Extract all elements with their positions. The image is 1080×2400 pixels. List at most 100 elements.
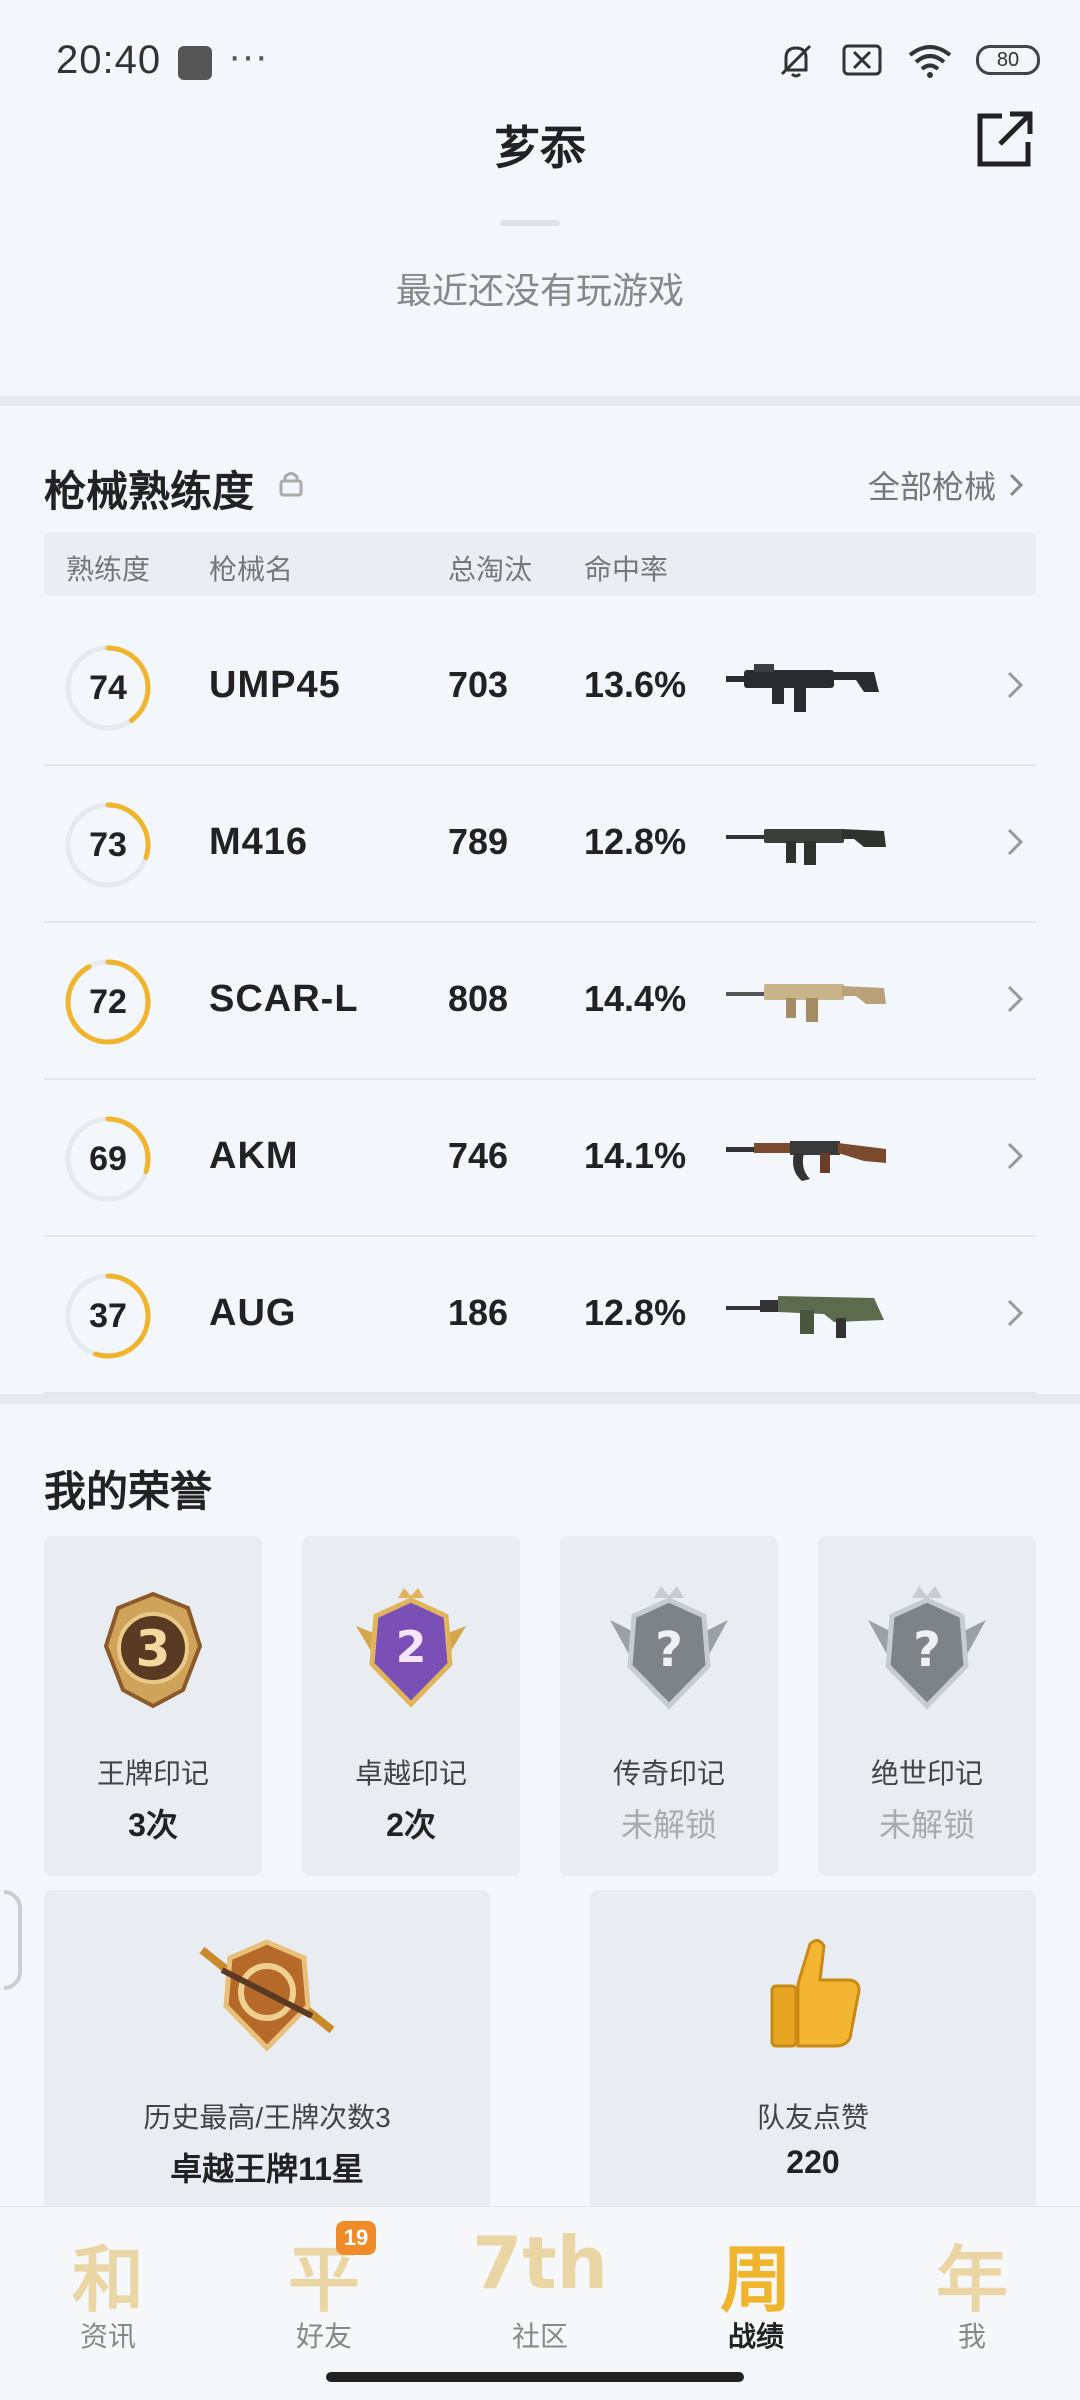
empty-recent-games-text: 最近还没有玩游戏 — [395, 270, 684, 311]
page-title: 芗忝 — [494, 122, 586, 174]
weapon-kills: 186 — [448, 1292, 509, 1333]
weapon-hit-rate: 12.8% — [584, 1292, 687, 1333]
honor-card-peerless[interactable]: ? 绝世印记 未解锁 — [818, 1536, 1036, 1876]
weapon-row[interactable]: 69 AKM 746 14.1% — [44, 1081, 1036, 1237]
best-rank-card[interactable]: 历史最高/王牌次数3 卓越王牌11星 — [44, 1890, 490, 2210]
m416-gun-icon — [726, 829, 886, 865]
honors-section-title: 我的荣誉 — [44, 1468, 213, 1515]
best-rank-label: 历史最高/王牌次数3 — [143, 2102, 391, 2133]
me-tab-icon: 年 — [935, 2238, 1008, 2322]
lock-icon — [279, 472, 303, 497]
news-tab-icon: 和 — [71, 2238, 144, 2322]
weapon-row[interactable]: 73 M416 789 12.8% — [44, 767, 1036, 923]
nav-tab-news[interactable]: 和 资讯 — [0, 2207, 216, 2400]
akm-gun-icon — [726, 1141, 886, 1181]
weapons-table-header: 熟练度 枪械名 总淘汰 命中率 — [44, 532, 1036, 596]
more-notifications-icon: ··· — [228, 34, 268, 78]
battery-indicator: 80 — [976, 45, 1040, 75]
section-divider — [0, 396, 1080, 406]
honor-value: 未解锁 — [878, 1807, 975, 1843]
status-icons: 80 — [774, 40, 1040, 80]
best-rank-value: 卓越王牌11星 — [170, 2151, 364, 2187]
weapon-row[interactable]: 72 SCAR-L 808 14.4% — [44, 924, 1036, 1080]
weapon-name: AKM — [209, 1135, 299, 1177]
weapon-kills: 746 — [448, 1135, 509, 1176]
honor-value: 3次 — [128, 1807, 178, 1843]
nav-tab-me[interactable]: 年 我 — [864, 2207, 1080, 2400]
mute-icon — [780, 44, 812, 78]
thumbs-up-icon — [770, 1939, 861, 2048]
weapon-name: AUG — [209, 1292, 297, 1334]
status-bar: 20:40 ··· 80 — [0, 0, 1080, 110]
app-notification-icon — [178, 46, 212, 80]
honor-name: 传奇印记 — [612, 1758, 725, 1789]
share-icon[interactable] — [972, 108, 1036, 172]
svg-text:2: 2 — [396, 1622, 427, 1673]
friends-tab-icon: 平 — [287, 2238, 360, 2322]
column-header-name: 枪械名 — [209, 554, 294, 585]
community-tab-icon: 7th — [472, 2221, 608, 2305]
legend-badge-locked-icon: ? — [610, 1586, 728, 1710]
chevron-right-icon — [1007, 1142, 1024, 1170]
bottom-navigation: 和 资讯 平 19 好友 7th 社区 周 战绩 年 我 — [0, 2206, 1080, 2400]
svg-text:?: ? — [655, 1622, 683, 1678]
nav-tab-label: 社区 — [511, 2321, 568, 2352]
honor-value: 未解锁 — [620, 1807, 717, 1843]
stats-tab-icon: 周 — [719, 2238, 792, 2322]
side-drawer-handle[interactable] — [4, 1890, 22, 1990]
ace-badge-icon: 3 — [103, 1591, 203, 1709]
weapon-kills: 808 — [448, 978, 509, 1019]
excellence-badge-icon: 2 — [356, 1588, 466, 1708]
home-indicator[interactable] — [326, 2372, 744, 2382]
teammate-likes-card[interactable]: 队友点赞 220 — [590, 1890, 1036, 2210]
wifi-icon — [908, 45, 952, 78]
honor-card-ace[interactable]: 3 王牌印记 3次 — [44, 1536, 262, 1876]
svg-text:?: ? — [913, 1622, 941, 1678]
nav-tab-label: 资讯 — [79, 2321, 136, 2352]
scar-l-gun-icon — [726, 984, 886, 1022]
honor-name: 王牌印记 — [96, 1758, 209, 1789]
proficiency-level: 73 — [89, 826, 127, 864]
nav-tab-label: 好友 — [295, 2321, 352, 2352]
chevron-right-icon — [1007, 671, 1024, 699]
weapon-row[interactable]: 74 UMP45 703 13.6% — [44, 610, 1036, 766]
no-sim-icon — [842, 44, 882, 76]
weapons-section-title: 枪械熟练度 — [44, 468, 255, 515]
chevron-right-icon — [1007, 1299, 1024, 1327]
column-header-kills: 总淘汰 — [448, 554, 533, 585]
column-header-rate: 命中率 — [584, 554, 669, 585]
honor-name: 卓越印记 — [354, 1758, 467, 1789]
chevron-right-icon — [1007, 985, 1024, 1013]
weapon-hit-rate: 12.8% — [584, 821, 687, 862]
honor-card-legend[interactable]: ? 传奇印记 未解锁 — [560, 1536, 778, 1876]
weapon-name: M416 — [209, 821, 309, 863]
weapon-hit-rate: 13.6% — [584, 664, 687, 705]
proficiency-level: 37 — [89, 1297, 127, 1335]
honor-card-excellence[interactable]: 2 卓越印记 2次 — [302, 1536, 520, 1876]
peerless-badge-locked-icon: ? — [868, 1586, 986, 1710]
empty-illustration — [500, 220, 560, 226]
proficiency-level: 72 — [89, 983, 127, 1021]
svg-text:3: 3 — [136, 1620, 171, 1678]
honor-value: 2次 — [386, 1807, 436, 1843]
nav-tab-label: 战绩 — [727, 2321, 784, 2352]
aug-gun-icon — [726, 1296, 884, 1338]
weapon-kills: 703 — [448, 664, 509, 705]
proficiency-level: 69 — [89, 1140, 127, 1178]
all-weapons-link[interactable]: 全部枪械 — [868, 462, 1024, 508]
honor-name: 绝世印记 — [870, 1758, 983, 1789]
weapon-row[interactable]: 37 AUG 186 12.8% — [44, 1238, 1036, 1394]
ace-rank-emblem-icon — [199, 1939, 335, 2052]
teammate-likes-label: 队友点赞 — [756, 2102, 869, 2133]
chevron-right-icon — [1007, 828, 1024, 856]
friends-count-badge: 19 — [336, 2221, 376, 2255]
nav-tab-label: 我 — [957, 2321, 986, 2352]
section-divider — [0, 1394, 1080, 1404]
status-time: 20:40 — [56, 38, 162, 82]
teammate-likes-value: 220 — [786, 2144, 840, 2180]
proficiency-level: 74 — [89, 669, 127, 707]
weapon-name: UMP45 — [209, 664, 341, 706]
chevron-right-icon — [1009, 473, 1024, 497]
weapon-hit-rate: 14.1% — [584, 1135, 687, 1176]
ump45-gun-icon — [726, 664, 879, 712]
